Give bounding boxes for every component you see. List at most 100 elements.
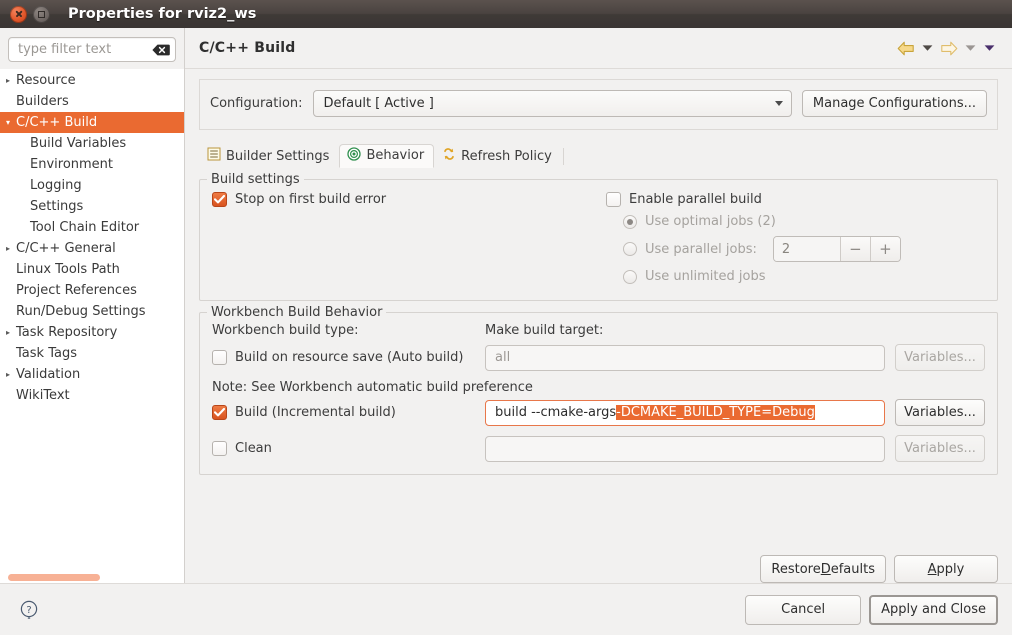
dialog-footer: ? Cancel Apply and Close [0, 583, 1012, 635]
incremental-build-checkbox-row[interactable]: Build (Incremental build) [212, 405, 396, 420]
apply-button[interactable]: Apply [894, 555, 998, 583]
optimal-jobs-row[interactable]: Use optimal jobs (2) [606, 214, 985, 229]
sidebar-item-label: Linux Tools Path [16, 262, 120, 277]
tree-expand-icon[interactable]: ▸ [0, 329, 16, 337]
configuration-select[interactable]: Default [ Active ] [313, 90, 792, 117]
auto-build-checkbox-row[interactable]: Build on resource save (Auto build) [212, 350, 463, 365]
sidebar-item-c-c-build[interactable]: ▾C/C++ Build [0, 112, 184, 133]
tree-expand-icon[interactable]: ▾ [0, 119, 16, 127]
parallel-jobs-row[interactable]: Use parallel jobs: 2 − + [606, 236, 985, 262]
sidebar-item-tool-chain-editor[interactable]: Tool Chain Editor [0, 217, 184, 238]
help-question-icon[interactable]: ? [18, 599, 40, 621]
settings-tree[interactable]: ▸ResourceBuilders▾C/C++ BuildBuild Varia… [0, 69, 184, 583]
dialog-body: type filter text ▸ResourceBuilders▾C/C++… [0, 28, 1012, 583]
refresh-arrows-icon [442, 147, 456, 165]
settings-tree-panel: type filter text ▸ResourceBuilders▾C/C++… [0, 28, 185, 583]
forward-arrow-icon[interactable] [938, 38, 960, 58]
incremental-build-checkbox[interactable] [212, 405, 227, 420]
parallel-jobs-increment-button[interactable]: + [870, 237, 900, 261]
sidebar-item-resource[interactable]: ▸Resource [0, 70, 184, 91]
tab-bar: Builder Settings Behavior [199, 143, 998, 168]
stop-on-first-error-checkbox[interactable] [212, 192, 227, 207]
auto-build-variables-button[interactable]: Variables... [895, 344, 985, 371]
tree-horizontal-scrollbar[interactable] [0, 572, 184, 583]
sidebar-item-builders[interactable]: Builders [0, 91, 184, 112]
enable-parallel-build-checkbox[interactable] [606, 192, 621, 207]
unlimited-jobs-radio[interactable] [623, 270, 637, 284]
sidebar-item-label: Task Tags [16, 346, 77, 361]
incremental-build-row: Build (Incremental build) build --cmake-… [212, 399, 985, 426]
build-settings-title: Build settings [207, 172, 304, 187]
forward-menu-chevron-down-icon[interactable] [962, 38, 979, 58]
sidebar-item-build-variables[interactable]: Build Variables [0, 133, 184, 154]
auto-build-target-value: all [495, 350, 510, 365]
page-header: C/C++ Build [185, 28, 1012, 69]
enable-parallel-build-row[interactable]: Enable parallel build [606, 192, 985, 207]
optimal-jobs-radio[interactable] [623, 215, 637, 229]
close-icon[interactable] [10, 6, 27, 23]
parallel-jobs-radio[interactable] [623, 242, 637, 256]
sidebar-item-environment[interactable]: Environment [0, 154, 184, 175]
clean-variables-button[interactable]: Variables... [895, 435, 985, 462]
restore-defaults-mnemonic: D [821, 562, 831, 577]
back-arrow-icon[interactable] [895, 38, 917, 58]
enable-parallel-build-label: Enable parallel build [629, 192, 762, 207]
sidebar-item-settings[interactable]: Settings [0, 196, 184, 217]
clean-checkbox-row[interactable]: Clean [212, 441, 272, 456]
search-input[interactable]: type filter text [8, 37, 176, 62]
sidebar-item-label: Build Variables [30, 136, 126, 151]
sidebar-item-validation[interactable]: ▸Validation [0, 364, 184, 385]
parallel-jobs-decrement-button[interactable]: − [840, 237, 870, 261]
sidebar-item-wikitext[interactable]: WikiText [0, 385, 184, 406]
workbench-build-type-label: Workbench build type: [212, 323, 358, 338]
sidebar-item-label: C/C++ Build [16, 115, 97, 130]
incremental-build-variables-button[interactable]: Variables... [895, 399, 985, 426]
sidebar-item-c-c-general[interactable]: ▸C/C++ General [0, 238, 184, 259]
sidebar-item-task-repository[interactable]: ▸Task Repository [0, 322, 184, 343]
unlimited-jobs-row[interactable]: Use unlimited jobs [606, 269, 985, 284]
command-plain-text: build --cmake-args [495, 405, 616, 420]
manage-configurations-button[interactable]: Manage Configurations... [802, 90, 987, 117]
sidebar-item-run-debug-settings[interactable]: Run/Debug Settings [0, 301, 184, 322]
tree-expand-icon[interactable]: ▸ [0, 371, 16, 379]
auto-build-row: Build on resource save (Auto build) all … [212, 344, 985, 371]
sidebar-item-label: Resource [16, 73, 76, 88]
clear-text-icon[interactable] [151, 43, 170, 56]
apply-mnemonic: A [928, 562, 937, 577]
cancel-button[interactable]: Cancel [745, 595, 861, 625]
settings-content-panel: C/C++ Build [185, 28, 1012, 583]
incremental-build-command-input[interactable]: build --cmake-args -DCMAKE_BUILD_TYPE=De… [485, 400, 885, 426]
sidebar-item-project-references[interactable]: Project References [0, 280, 184, 301]
clean-checkbox[interactable] [212, 441, 227, 456]
sidebar-item-label: Project References [16, 283, 137, 298]
sidebar-item-logging[interactable]: Logging [0, 175, 184, 196]
command-selected-text: -DCMAKE_BUILD_TYPE=Debug [616, 405, 815, 420]
auto-build-target-input[interactable]: all [485, 345, 885, 371]
navigation-arrows [895, 38, 998, 58]
maximize-icon[interactable] [33, 6, 50, 23]
window-title: Properties for rviz2_ws [68, 6, 256, 22]
tree-list: ▸ResourceBuilders▾C/C++ BuildBuild Varia… [0, 70, 184, 406]
page-action-buttons: Restore Defaults Apply [185, 555, 1012, 583]
tab-label: Behavior [366, 148, 424, 163]
auto-build-checkbox[interactable] [212, 350, 227, 365]
restore-defaults-button[interactable]: Restore Defaults [760, 555, 886, 583]
apply-and-close-button[interactable]: Apply and Close [869, 595, 998, 625]
tab-refresh-policy[interactable]: Refresh Policy [434, 144, 562, 168]
back-menu-chevron-down-icon[interactable] [919, 38, 936, 58]
tab-behavior[interactable]: Behavior [339, 144, 434, 168]
sidebar-item-label: Validation [16, 367, 80, 382]
tree-expand-icon[interactable]: ▸ [0, 77, 16, 85]
parallel-jobs-value[interactable]: 2 [774, 237, 840, 261]
sidebar-item-linux-tools-path[interactable]: Linux Tools Path [0, 259, 184, 280]
configuration-panel: Configuration: Default [ Active ] Manage… [199, 79, 998, 130]
tab-builder-settings[interactable]: Builder Settings [199, 144, 339, 168]
clean-command-input[interactable] [485, 436, 885, 462]
stop-on-first-error-row[interactable]: Stop on first build error [212, 192, 606, 207]
tree-expand-icon[interactable]: ▸ [0, 245, 16, 253]
overflow-menu-chevron-down-icon[interactable] [981, 38, 998, 58]
sidebar-item-task-tags[interactable]: Task Tags [0, 343, 184, 364]
workbench-build-behavior-group: Workbench Build Behavior Workbench build… [199, 312, 998, 475]
parallel-jobs-stepper[interactable]: 2 − + [773, 236, 901, 262]
scrollbar-thumb[interactable] [8, 574, 100, 581]
